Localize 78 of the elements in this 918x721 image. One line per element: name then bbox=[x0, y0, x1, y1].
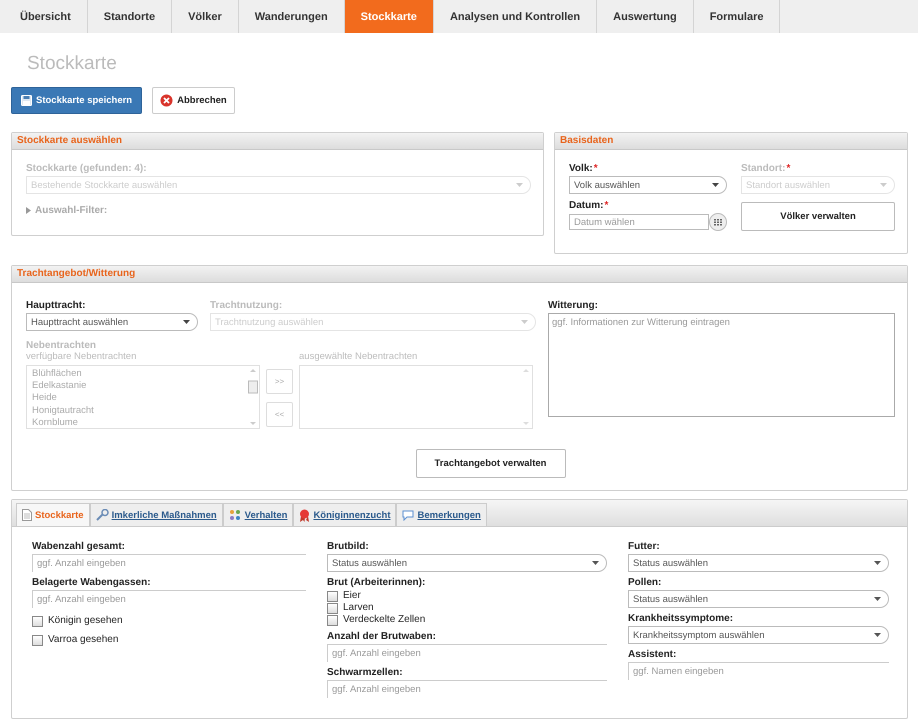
weather-textarea[interactable]: ggf. Informationen zur Witterung eintragen bbox=[548, 313, 895, 417]
checkbox[interactable] bbox=[32, 616, 43, 626]
colored-dots-icon bbox=[228, 509, 242, 521]
panel-header: Basisdaten bbox=[555, 133, 907, 150]
caret-icon bbox=[183, 320, 190, 324]
caret-right-icon bbox=[26, 207, 31, 214]
nav-tab[interactable]: Völker bbox=[172, 0, 239, 33]
field-label: Anzahl der Brutwaben: bbox=[327, 631, 437, 642]
caret-icon bbox=[874, 633, 881, 637]
field-label: Assistent: bbox=[628, 649, 678, 660]
checkbox[interactable] bbox=[327, 602, 338, 614]
field-label: Volk:* bbox=[569, 163, 599, 174]
speech-bubble-icon bbox=[402, 510, 414, 520]
text-input[interactable]: ggf. Anzahl eingeben bbox=[327, 680, 607, 698]
scrollbar-icon[interactable] bbox=[247, 366, 259, 428]
sub-tab[interactable]: Bemerkungen bbox=[396, 503, 487, 526]
caret-icon bbox=[521, 320, 528, 324]
select-field[interactable]: Volk auswählen bbox=[569, 176, 727, 194]
field-label: Pollen: bbox=[628, 577, 662, 588]
field-label: Stockkarte (gefunden: 4): bbox=[26, 163, 148, 174]
close-circle-icon bbox=[160, 94, 174, 107]
field-label: Schwarmzellen: bbox=[327, 667, 404, 678]
cancel-button[interactable]: Abbrechen bbox=[152, 87, 235, 114]
select-field[interactable]: Status auswählen bbox=[628, 590, 889, 608]
field-label: Haupttracht: bbox=[26, 300, 86, 311]
nav-tab[interactable]: Standorte bbox=[88, 0, 172, 33]
field-label: Brut (Arbeiterinnen): bbox=[327, 577, 426, 588]
select-field[interactable]: Krankheitssymptom auswählen bbox=[628, 626, 889, 644]
manage-colonies-button[interactable]: Völker verwalten bbox=[741, 202, 895, 231]
field-label: Standort:* bbox=[741, 163, 792, 174]
field-label: Witterung: bbox=[548, 300, 599, 311]
nav-tab[interactable]: Übersicht bbox=[0, 0, 88, 33]
caret-icon bbox=[592, 561, 599, 565]
list-label: verfügbare Nebentrachten bbox=[26, 351, 138, 362]
select-field[interactable]: Haupttracht auswählen bbox=[26, 313, 198, 331]
date-input[interactable]: Datum wählen bbox=[569, 214, 709, 230]
checkbox-option[interactable]: Eier bbox=[327, 590, 607, 602]
page-title: Stockkarte bbox=[26, 52, 118, 76]
nav-tab[interactable]: Analysen und Kontrollen bbox=[434, 0, 598, 33]
field-label: Krankheitssymptome: bbox=[628, 613, 734, 624]
ribbon-icon bbox=[299, 508, 310, 522]
caret-icon bbox=[874, 561, 881, 565]
checkbox[interactable] bbox=[327, 614, 338, 626]
caret-icon bbox=[880, 183, 887, 187]
text-input[interactable]: ggf. Anzahl eingeben bbox=[32, 590, 306, 608]
manage-tracht-button[interactable]: Trachtangebot verwalten bbox=[416, 449, 566, 478]
text-input[interactable]: ggf. Namen eingeben bbox=[628, 662, 889, 680]
panel-header: Trachtangebot/Witterung bbox=[12, 266, 907, 283]
caret-icon bbox=[516, 183, 523, 187]
field-label: Futter: bbox=[628, 541, 661, 552]
sub-tab[interactable]: Verhalten bbox=[222, 503, 294, 526]
field-label: Belagerte Wabengassen: bbox=[32, 577, 152, 588]
field-label: Trachtnutzung: bbox=[210, 300, 284, 311]
document-icon bbox=[22, 509, 32, 521]
list-label: ausgewählte Nebentrachten bbox=[299, 351, 418, 362]
section-label: Nebentrachten bbox=[26, 340, 98, 351]
nav-tab[interactable]: Auswertung bbox=[597, 0, 694, 33]
caret-icon bbox=[874, 597, 881, 601]
sub-tab[interactable]: Imkerliche Maßnahmen bbox=[90, 503, 223, 526]
checkbox[interactable] bbox=[327, 590, 338, 602]
panel-header: Stockkarte auswählen bbox=[12, 133, 543, 150]
nav-tab[interactable]: Formulare bbox=[694, 0, 780, 33]
field-label: Brutbild: bbox=[327, 541, 370, 552]
save-button[interactable]: Stockkarte speichern bbox=[11, 87, 142, 114]
sub-tab[interactable]: Königinnenzucht bbox=[293, 503, 396, 526]
select-field[interactable]: Status auswählen bbox=[327, 554, 607, 572]
checkbox-option[interactable]: Verdeckelte Zellen bbox=[327, 614, 607, 626]
caret-icon bbox=[712, 183, 719, 187]
calendar-icon[interactable] bbox=[709, 213, 727, 231]
field-label: Datum:* bbox=[569, 200, 610, 211]
field-label: Wabenzahl gesamt: bbox=[32, 541, 126, 552]
text-input[interactable]: ggf. Anzahl eingeben bbox=[327, 644, 607, 662]
checkbox-option[interactable]: Larven bbox=[327, 602, 607, 614]
checkbox[interactable] bbox=[32, 634, 43, 646]
checkbox-option[interactable]: Varroa gesehen bbox=[32, 634, 306, 646]
checkbox-option[interactable]: Königin gesehen bbox=[32, 615, 306, 627]
text-input[interactable]: ggf. Anzahl eingeben bbox=[32, 554, 306, 572]
select-field[interactable]: Status auswählen bbox=[628, 554, 889, 572]
